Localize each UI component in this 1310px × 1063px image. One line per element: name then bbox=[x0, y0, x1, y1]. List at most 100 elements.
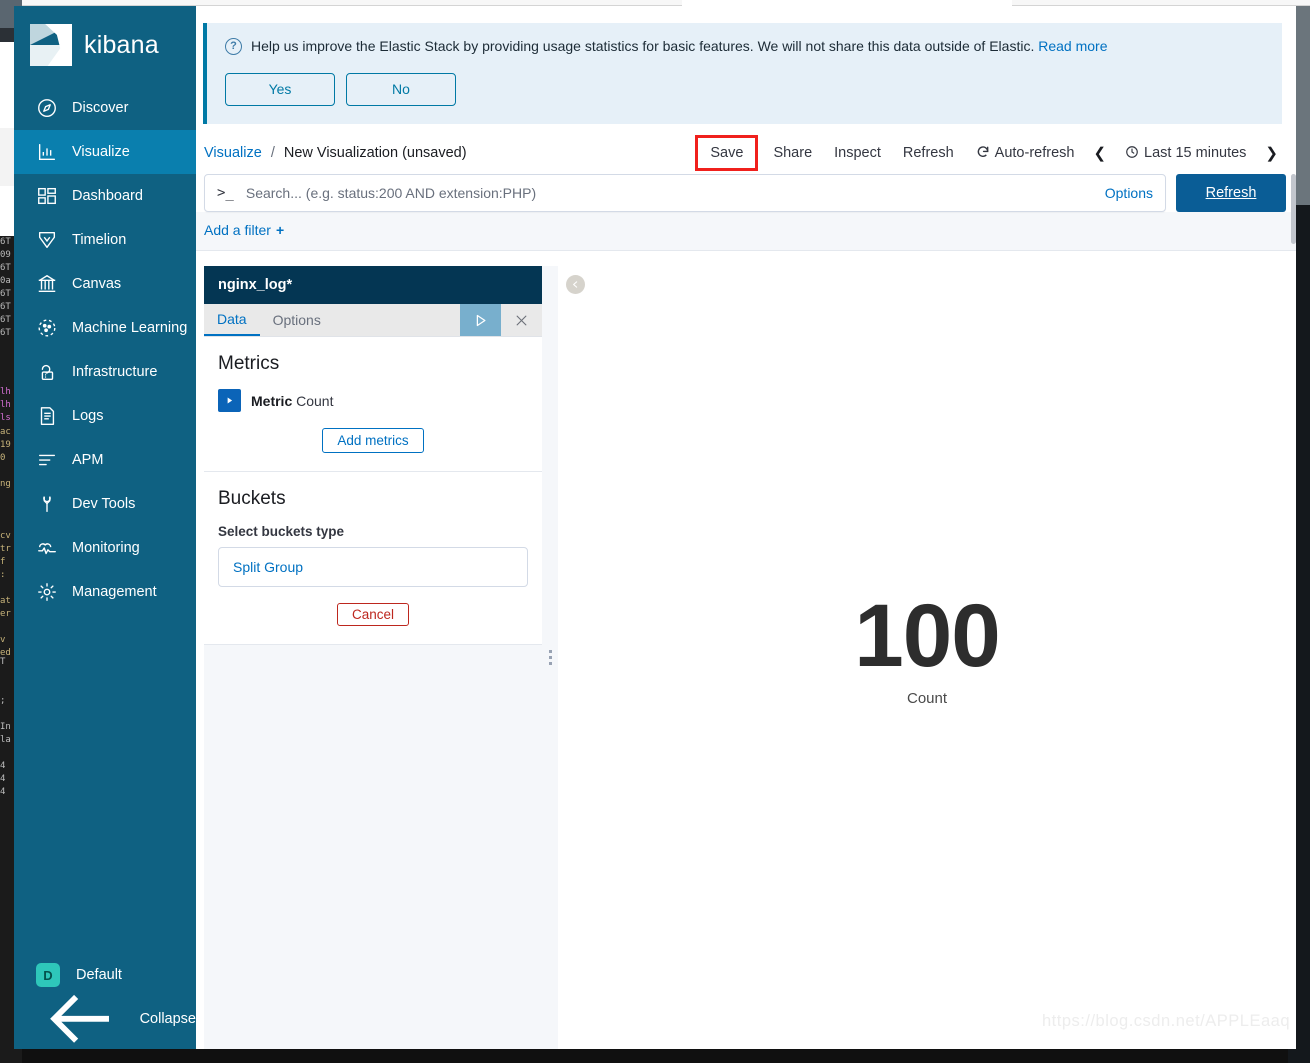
buckets-type-select[interactable]: Split Group bbox=[218, 547, 528, 587]
kibana-logo[interactable]: kibana bbox=[14, 6, 196, 80]
query-prompt-icon: >_ bbox=[217, 184, 234, 201]
sidebar-item-dashboard[interactable]: Dashboard bbox=[14, 174, 196, 218]
infrastructure-icon bbox=[41, 364, 54, 381]
sidebar-item-management[interactable]: Management bbox=[14, 570, 196, 614]
auto-refresh-label: Auto-refresh bbox=[994, 144, 1075, 161]
query-options-button[interactable]: Options bbox=[1105, 185, 1153, 201]
share-button[interactable]: Share bbox=[762, 140, 823, 166]
gear-icon bbox=[38, 583, 56, 601]
sidebar-collapse-button[interactable]: Collapse bbox=[14, 995, 196, 1043]
sidebar-item-timelion[interactable]: Timelion bbox=[14, 218, 196, 262]
bar-chart-icon bbox=[38, 143, 56, 161]
sidebar-item-discover[interactable]: Discover bbox=[14, 86, 196, 130]
background-bottom-strip bbox=[22, 1049, 1288, 1063]
search-input[interactable]: >_ Search... (e.g. status:200 AND extens… bbox=[204, 173, 1166, 212]
sidebar-item-label: APM bbox=[72, 452, 104, 468]
close-icon bbox=[516, 315, 527, 325]
read-more-link[interactable]: Read more bbox=[1038, 38, 1107, 54]
wrench-icon bbox=[43, 496, 51, 513]
breadcrumb-current: New Visualization (unsaved) bbox=[283, 144, 467, 161]
sidebar-item-monitoring[interactable]: Monitoring bbox=[14, 526, 196, 570]
query-bar: >_ Search... (e.g. status:200 AND extens… bbox=[196, 168, 1296, 212]
drag-dots-icon bbox=[548, 650, 552, 665]
add-metrics-button[interactable]: Add metrics bbox=[322, 428, 424, 453]
sidebar-item-canvas[interactable]: Canvas bbox=[14, 262, 196, 306]
sidebar-item-label: Dashboard bbox=[72, 188, 143, 204]
filter-bar: Add a filter + bbox=[196, 211, 1296, 251]
play-icon bbox=[476, 314, 486, 326]
sidebar-item-apm[interactable]: APM bbox=[14, 438, 196, 482]
vis-collapse-button[interactable] bbox=[566, 275, 585, 294]
toolbar-actions: Save Share Inspect Refresh Auto-refresh … bbox=[691, 134, 1286, 171]
sidebar-item-label: Discover bbox=[72, 100, 129, 116]
main-content: ? Help us improve the Elastic Stack by p… bbox=[196, 6, 1296, 1049]
sidebar-item-label: Infrastructure bbox=[72, 364, 158, 380]
add-filter-button[interactable]: Add a filter + bbox=[204, 222, 284, 238]
breadcrumb: Visualize / New Visualization (unsaved) bbox=[204, 145, 467, 161]
metric-visualization: 100 Count bbox=[558, 585, 1296, 708]
auto-refresh-button[interactable]: Auto-refresh bbox=[965, 140, 1086, 166]
metric-aggregation-row[interactable]: Metric Count bbox=[218, 389, 528, 412]
tab-options[interactable]: Options bbox=[260, 304, 334, 336]
refresh-cycle-icon bbox=[977, 146, 989, 157]
vis-editor-panel: nginx_log* Data Options Metrics Metric C… bbox=[204, 266, 542, 1049]
sidebar-item-label: Timelion bbox=[72, 232, 127, 248]
visualization-pane: 100 Count bbox=[558, 266, 1296, 1049]
close-editor-button[interactable] bbox=[501, 304, 542, 336]
collapse-label: Collapse bbox=[139, 1011, 196, 1027]
sidebar-item-machine-learning[interactable]: Machine Learning bbox=[14, 306, 196, 350]
chevron-left-circle-icon bbox=[573, 281, 578, 288]
clock-icon bbox=[1126, 146, 1138, 158]
sidebar-item-visualize[interactable]: Visualize bbox=[14, 130, 196, 174]
sidebar-item-label: Management bbox=[72, 584, 157, 600]
time-range-picker[interactable]: Last 15 minutes bbox=[1114, 140, 1257, 166]
apm-icon bbox=[38, 454, 56, 466]
sidebar-item-label: Visualize bbox=[72, 144, 130, 160]
metrics-title: Metrics bbox=[218, 353, 280, 374]
sidebar-item-logs[interactable]: Logs bbox=[14, 394, 196, 438]
refresh-button[interactable]: Refresh bbox=[892, 140, 965, 166]
apply-changes-button[interactable] bbox=[460, 304, 501, 336]
metric-agg-value: Count bbox=[296, 392, 334, 409]
sidebar-item-label: Monitoring bbox=[72, 540, 140, 556]
telemetry-no-button[interactable]: No bbox=[346, 72, 456, 106]
query-refresh-button[interactable]: Refresh bbox=[1176, 173, 1286, 212]
breadcrumb-separator: / bbox=[270, 144, 275, 161]
logs-icon bbox=[40, 407, 55, 425]
buckets-panel: Buckets Select buckets type Split Group … bbox=[204, 472, 542, 645]
play-small-icon bbox=[227, 397, 233, 404]
editor-vis-split: nginx_log* Data Options Metrics Metric C… bbox=[196, 266, 1296, 1049]
time-next-button[interactable]: ❯ bbox=[1257, 140, 1286, 166]
metric-caption: Count bbox=[906, 690, 948, 707]
metric-value: 100 bbox=[854, 585, 1001, 685]
sidebar-item-label: Machine Learning bbox=[72, 320, 188, 336]
heartbeat-icon bbox=[38, 543, 56, 555]
metric-expand-icon[interactable] bbox=[218, 389, 241, 412]
breadcrumb-visualize[interactable]: Visualize bbox=[204, 145, 262, 161]
time-range-label: Last 15 minutes bbox=[1144, 144, 1247, 161]
telemetry-yes-button[interactable]: Yes bbox=[225, 72, 335, 106]
top-toolbar: Visualize / New Visualization (unsaved) … bbox=[196, 124, 1296, 171]
time-previous-button[interactable]: ❮ bbox=[1085, 140, 1114, 166]
save-button[interactable]: Save bbox=[695, 134, 759, 171]
sidebar-item-infrastructure[interactable]: Infrastructure bbox=[14, 350, 196, 394]
callout-message: Help us improve the Elastic Stack by pro… bbox=[251, 38, 1035, 54]
tab-data[interactable]: Data bbox=[204, 304, 260, 336]
index-pattern-header: nginx_log* bbox=[204, 266, 542, 304]
canvas-icon bbox=[38, 275, 56, 293]
callout-text: Help us improve the Elastic Stack by pro… bbox=[251, 37, 1108, 56]
arrow-left-icon bbox=[50, 995, 109, 1043]
inspect-button[interactable]: Inspect bbox=[823, 140, 892, 166]
editor-tabs: Data Options bbox=[204, 304, 542, 337]
vertical-scrollbar[interactable] bbox=[1291, 174, 1296, 244]
sidebar-item-dev-tools[interactable]: Dev Tools bbox=[14, 482, 196, 526]
cancel-bucket-button[interactable]: Cancel bbox=[336, 603, 410, 626]
nav-item-list: Discover Visualize Dashboard Timelion Canvas… bbox=[14, 86, 196, 614]
telemetry-opt-in-callout: ? Help us improve the Elastic Stack by p… bbox=[203, 23, 1282, 124]
sidebar-item-label: Logs bbox=[72, 408, 104, 424]
compass-icon bbox=[38, 99, 56, 117]
sidebar-item-label: Dev Tools bbox=[72, 496, 136, 512]
panel-resize-handle[interactable] bbox=[542, 266, 558, 1049]
metric-agg-name: Metric bbox=[251, 392, 293, 409]
kibana-logo-text: kibana bbox=[84, 30, 159, 59]
